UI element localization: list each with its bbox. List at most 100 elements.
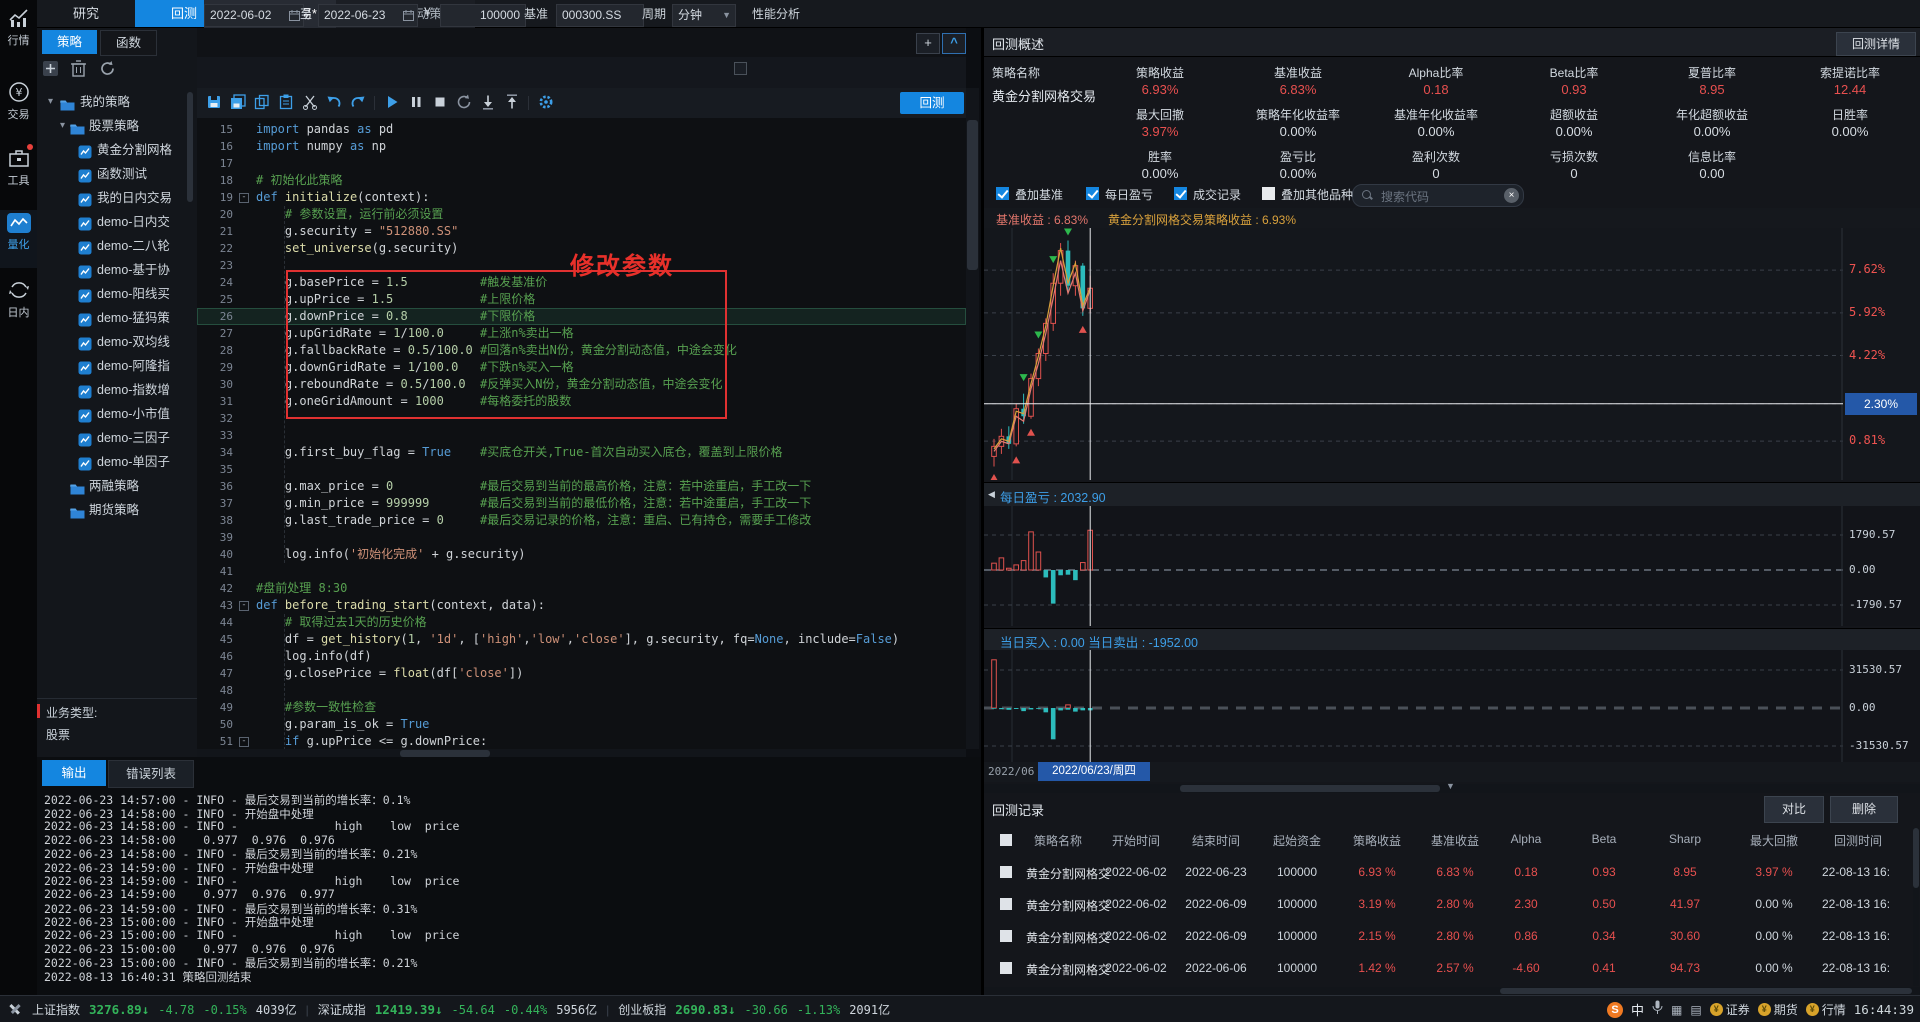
record-row-checkbox[interactable]	[1000, 930, 1012, 942]
rail-item-intraday[interactable]: 日内	[0, 276, 37, 334]
index-深证成指: 12419.39↓	[375, 1002, 443, 1017]
tree-item-demo-阿隆指[interactable]: demo-阿隆指	[37, 354, 197, 378]
fold-marker-icon[interactable]: -	[239, 193, 249, 203]
paste-icon[interactable]	[278, 94, 296, 112]
undo-icon[interactable]	[326, 94, 344, 112]
run-backtest-button[interactable]: 回测	[900, 92, 964, 114]
period-select[interactable]: 分钟▼	[672, 4, 736, 27]
tray-item-期货[interactable]: ¥期货	[1758, 1001, 1798, 1018]
expand-arrow-icon[interactable]: ▾	[48, 90, 53, 114]
record-row-checkbox[interactable]	[1000, 898, 1012, 910]
step-down-icon[interactable]	[480, 94, 498, 112]
record-row-checkbox[interactable]	[1000, 866, 1012, 878]
tree-item-期货策略[interactable]: 期货策略	[37, 498, 197, 522]
tree-item-demo-三因子[interactable]: demo-三因子	[37, 426, 197, 450]
rail-item-tools[interactable]: 工具	[0, 144, 37, 202]
tree-item-函数测试[interactable]: 函数测试	[37, 162, 197, 186]
tree-item-我的日内交易[interactable]: 我的日内交易	[37, 186, 197, 210]
records-vscrollbar[interactable]	[1913, 828, 1919, 986]
daily-pnl-chart[interactable]	[984, 506, 1920, 626]
checkbox-每日盈亏[interactable]	[1086, 187, 1099, 200]
collapse-panel-button[interactable]: ^	[942, 33, 966, 54]
date-to-input[interactable]: 2022-06-23	[318, 4, 418, 27]
ime-menu-icon[interactable]: ▤	[1690, 1003, 1701, 1017]
tree-item-demo-猛犸策[interactable]: demo-猛犸策	[37, 306, 197, 330]
tree-item-股票策略[interactable]: ▾股票策略	[37, 114, 197, 138]
scroll-down-icon[interactable]: ▼	[1446, 781, 1455, 791]
delete-strategy-button[interactable]	[71, 60, 86, 77]
save-icon[interactable]	[206, 94, 224, 112]
daily-trade-chart[interactable]	[984, 650, 1920, 762]
line-number: 42	[197, 580, 233, 597]
code-line-48: 48	[197, 682, 966, 699]
tree-item-黄金分割网格[interactable]: 黄金分割网格	[37, 138, 197, 162]
tree-item-demo-阳线买[interactable]: demo-阳线买	[37, 282, 197, 306]
tree-item-demo-二八轮[interactable]: demo-二八轮	[37, 234, 197, 258]
capital-input[interactable]: 100000	[440, 4, 526, 27]
redo-icon[interactable]	[350, 94, 368, 112]
tray-item-行情[interactable]: ¥行情	[1806, 1001, 1846, 1018]
rail-item-market[interactable]: 行情	[0, 4, 37, 62]
tree-item-demo-基于协[interactable]: demo-基于协	[37, 258, 197, 282]
fold-marker-icon[interactable]: -	[239, 601, 249, 611]
add-strategy-button[interactable]	[42, 60, 59, 77]
tree-scrollbar[interactable]	[186, 90, 194, 690]
records-column-header: Sharp	[1635, 832, 1735, 846]
expand-arrow-icon[interactable]: ▾	[60, 114, 65, 138]
ime-sogou-icon[interactable]: S	[1607, 1002, 1623, 1018]
copy-icon[interactable]	[254, 94, 272, 112]
new-tab-button[interactable]: +	[916, 33, 940, 54]
equity-curve-chart[interactable]	[984, 228, 1920, 480]
tab-strategy[interactable]: 策略	[42, 30, 97, 54]
tab-function[interactable]: 函数	[100, 30, 157, 56]
record-row-checkbox[interactable]	[1000, 962, 1012, 974]
strategy-file-icon	[78, 335, 92, 354]
rail-item-quant[interactable]: 量化	[0, 210, 37, 268]
tree-item-demo-双均线[interactable]: demo-双均线	[37, 330, 197, 354]
log-line: 2022-06-23 15:00:00 0.977 0.976 0.976	[44, 942, 335, 956]
clear-search-icon[interactable]: ×	[1504, 188, 1519, 203]
checkbox-叠加其他品种[interactable]	[1262, 187, 1275, 200]
delete-record-button[interactable]: 删除	[1830, 796, 1898, 823]
tree-item-两融策略[interactable]: 两融策略	[37, 474, 197, 498]
rail-item-trade[interactable]: ¥ 交易	[0, 78, 37, 136]
save-all-icon[interactable]	[230, 94, 248, 112]
code-editor[interactable]: 15import pandas as pd16import numpy as n…	[197, 118, 966, 749]
collapse-left-icon[interactable]: ◀	[988, 489, 995, 500]
microphone-icon[interactable]	[1652, 1000, 1663, 1020]
checkbox-成交记录[interactable]	[1174, 187, 1187, 200]
tree-item-demo-小市值[interactable]: demo-小市值	[37, 402, 197, 426]
pause-icon[interactable]	[408, 94, 426, 112]
fold-marker-icon[interactable]: -	[239, 737, 249, 747]
stop-icon[interactable]	[432, 94, 450, 112]
backtest-details-button[interactable]: 回测详情	[1836, 32, 1916, 56]
tree-item-demo-日内交[interactable]: demo-日内交	[37, 210, 197, 234]
tray-item-证券[interactable]: ¥证券	[1710, 1001, 1750, 1018]
chart-hscrollbar[interactable]: ▼	[984, 784, 1920, 793]
code-line-47: 47 g.closePrice = float(df['close'])	[197, 665, 966, 682]
tab-error-list[interactable]: 错误列表	[108, 760, 194, 788]
menu-item-研究[interactable]: 研究	[37, 0, 135, 27]
search-input[interactable]: 搜索代码 ×	[1352, 184, 1524, 207]
run-icon[interactable]	[384, 94, 402, 112]
records-hscrollbar[interactable]	[984, 987, 1920, 995]
tree-item-demo-指数增[interactable]: demo-指数增	[37, 378, 197, 402]
date-from-input[interactable]: 2022-06-02	[204, 4, 304, 27]
performance-checkbox[interactable]	[734, 62, 747, 75]
tree-item-我的策略[interactable]: ▾我的策略	[37, 90, 197, 114]
tree-item-demo-单因子[interactable]: demo-单因子	[37, 450, 197, 474]
step-up-icon[interactable]	[504, 94, 522, 112]
tab-output[interactable]: 输出	[42, 760, 106, 786]
cut-icon[interactable]	[302, 94, 320, 112]
ime-language-icon[interactable]: 中	[1631, 1000, 1644, 1019]
editor-vscrollbar[interactable]	[966, 88, 979, 749]
tree-item-label: 期货策略	[89, 498, 139, 522]
log-line: 2022-06-23 14:58:00 0.977 0.976 0.976	[44, 833, 335, 847]
reload-icon[interactable]	[456, 94, 474, 112]
benchmark-input[interactable]: 000300.SS	[556, 4, 644, 27]
checkbox-叠加基准[interactable]	[996, 187, 1009, 200]
compare-button[interactable]: 对比	[1764, 796, 1824, 823]
ime-keyboard-icon[interactable]: ▦	[1671, 1003, 1682, 1017]
settings-icon[interactable]	[538, 94, 556, 112]
refresh-tree-button[interactable]	[99, 60, 116, 77]
